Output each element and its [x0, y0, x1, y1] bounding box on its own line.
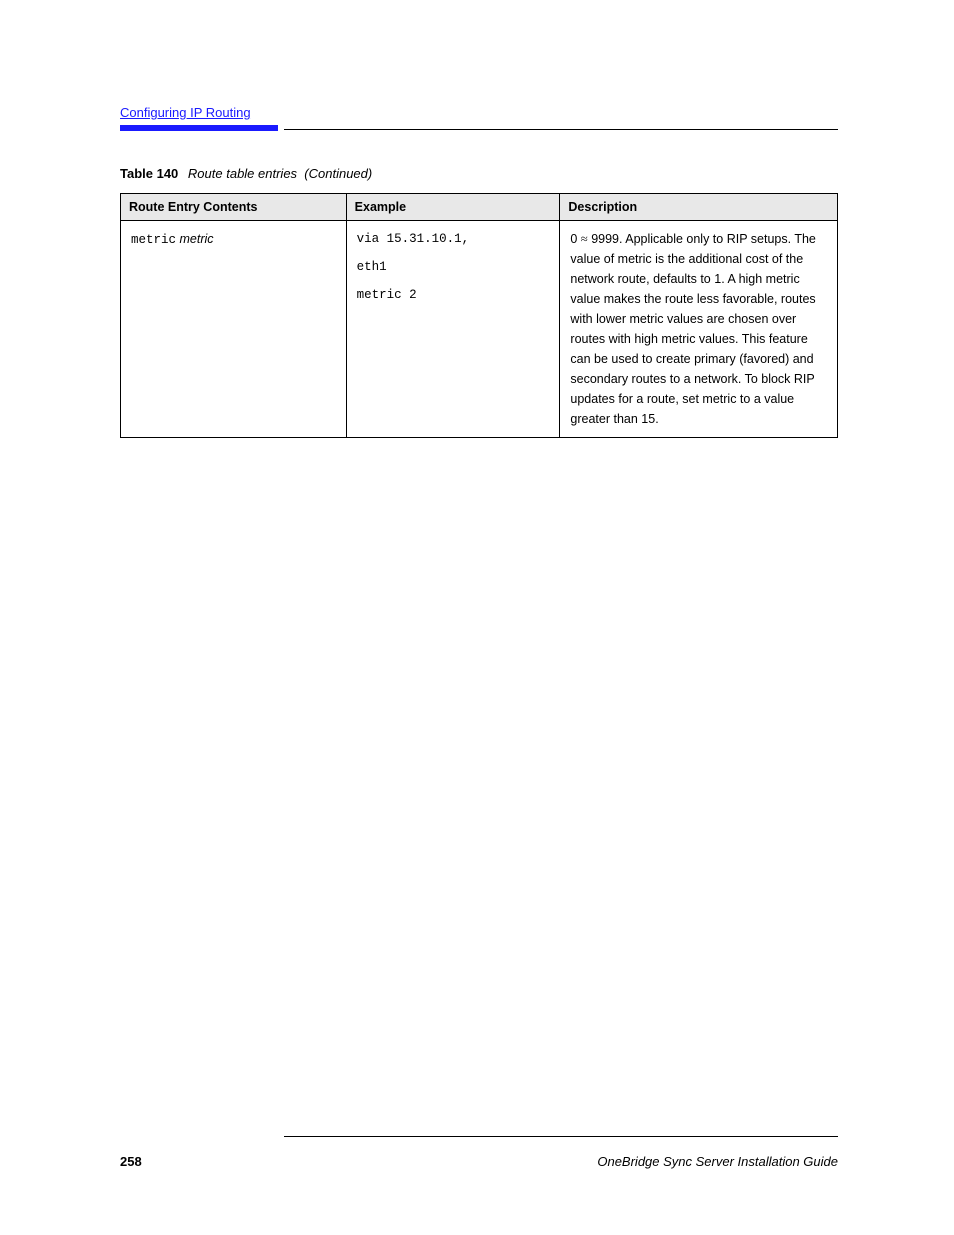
col-header-description: Description [560, 194, 838, 221]
footer-doc-title: OneBridge Sync Server Installation Guide [597, 1154, 838, 1169]
table-header-row: Route Entry Contents Example Description [121, 194, 838, 221]
table-caption: Table 140 Route table entries (Continued… [120, 166, 838, 181]
col-header-contents: Route Entry Contents [121, 194, 347, 221]
cell-description: 0 ≈ 9999. Applicable only to RIP setups.… [560, 221, 838, 438]
header: Configuring IP Routing [120, 104, 838, 122]
breadcrumb-link[interactable]: Configuring IP Routing [120, 105, 251, 120]
route-table: Route Entry Contents Example Description… [120, 193, 838, 438]
table-row: metric metric via 15.31.10.1, eth1 metri… [121, 221, 838, 438]
header-rule [120, 125, 838, 131]
caption-continued: (Continued) [301, 166, 373, 181]
desc-after: 9999. Applicable only to RIP setups. The… [570, 232, 815, 426]
caption-title: Route table entries [188, 166, 297, 181]
metric-var: metric [180, 232, 214, 246]
approx-symbol: ≈ [581, 232, 588, 246]
header-thin-rule [284, 129, 838, 130]
cell-example: via 15.31.10.1, eth1 metric 2 [346, 221, 560, 438]
desc-before: 0 [570, 232, 580, 246]
header-accent-bar [120, 125, 278, 131]
footer-rule [284, 1136, 838, 1137]
metric-keyword: metric [131, 233, 176, 247]
example-line-1: via 15.31.10.1, [357, 229, 550, 249]
example-line-2: eth1 [357, 257, 550, 277]
footer-page-number: 258 [120, 1154, 142, 1169]
col-header-example: Example [346, 194, 560, 221]
caption-label: Table 140 [120, 166, 178, 181]
example-line-3: metric 2 [357, 285, 550, 305]
cell-contents: metric metric [121, 221, 347, 438]
